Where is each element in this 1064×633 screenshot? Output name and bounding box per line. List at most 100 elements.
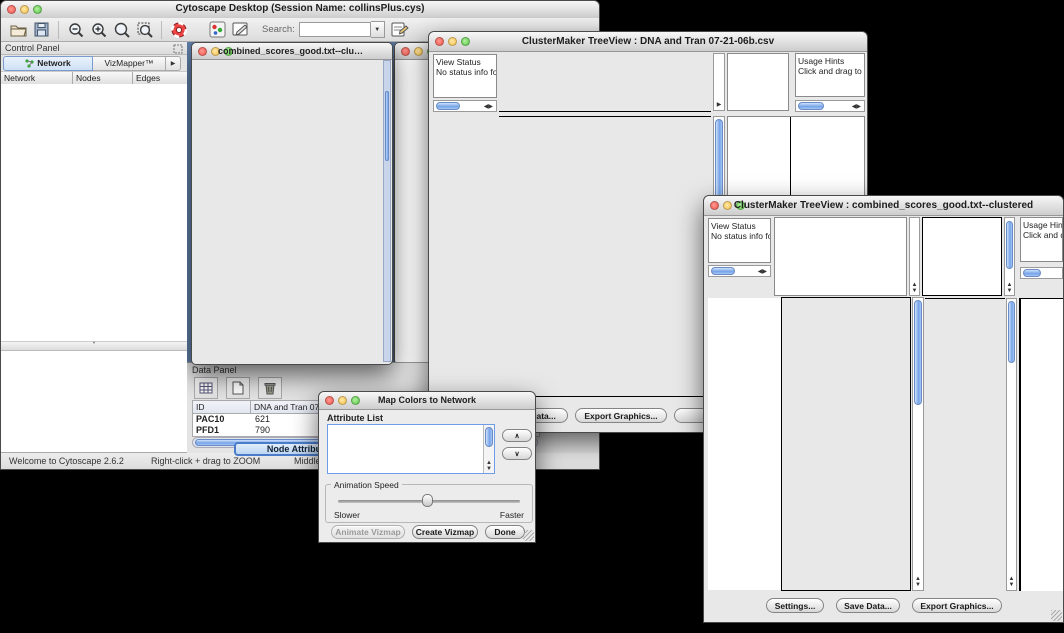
birdseye-overview[interactable] bbox=[1, 353, 185, 453]
minimize-button[interactable] bbox=[414, 47, 423, 56]
scroll-thumb[interactable] bbox=[385, 91, 389, 161]
zoom-selected-icon[interactable] bbox=[112, 20, 131, 39]
attribute-select-icon[interactable] bbox=[194, 377, 218, 399]
scroll-thumb[interactable] bbox=[711, 267, 735, 275]
col-nodes[interactable]: Nodes bbox=[73, 72, 133, 84]
dialog-title: Map Colors to Network bbox=[345, 395, 509, 405]
export-graphics-button[interactable]: Export Graphics... bbox=[912, 598, 1002, 613]
status-welcome: Welcome to Cytoscape 2.6.2 bbox=[9, 456, 124, 466]
tabs-more-button[interactable]: ▶ bbox=[166, 56, 181, 71]
settings-button[interactable]: Settings... bbox=[766, 598, 824, 613]
scroll-thumb[interactable] bbox=[798, 102, 824, 110]
scroll-thumb[interactable] bbox=[1023, 269, 1041, 277]
annotation-icon[interactable] bbox=[231, 20, 250, 39]
main-heatmap[interactable] bbox=[499, 116, 711, 397]
main-titlebar[interactable]: Cytoscape Desktop (Session Name: collins… bbox=[1, 1, 599, 19]
tab-vizmapper[interactable]: VizMapper™ bbox=[93, 56, 166, 71]
row-dendrogram[interactable] bbox=[433, 116, 499, 396]
view-status-box: View Status No status info for bbox=[708, 218, 771, 263]
slower-label: Slower bbox=[334, 510, 360, 520]
close-button[interactable] bbox=[710, 201, 719, 210]
close-button[interactable] bbox=[325, 396, 334, 405]
gene-list bbox=[1019, 298, 1064, 591]
dialog-titlebar[interactable]: Map Colors to Network bbox=[319, 392, 535, 410]
toolbar-separator bbox=[58, 21, 59, 39]
network-vscrollbar[interactable] bbox=[383, 60, 391, 362]
scroll-thumb[interactable] bbox=[914, 300, 922, 405]
tab-network[interactable]: Network bbox=[3, 56, 93, 71]
column-dendrogram-area[interactable] bbox=[774, 217, 907, 296]
toolbar-separator bbox=[161, 21, 162, 39]
usage-hints-box: Usage Hints Click and drag to bbox=[795, 53, 865, 97]
col-edges[interactable]: Edges bbox=[133, 72, 187, 84]
animate-vizmap-button[interactable]: Animate Vizmap bbox=[331, 525, 405, 539]
col-network[interactable]: Network bbox=[1, 72, 73, 84]
import-table-icon[interactable] bbox=[391, 20, 410, 39]
search-input[interactable] bbox=[299, 22, 371, 37]
map-colors-dialog: Map Colors to Network Attribute List ▲▼ … bbox=[318, 391, 536, 543]
network-table-header: Network Nodes Edges bbox=[1, 72, 187, 84]
speed-slider-thumb[interactable] bbox=[422, 494, 433, 507]
move-down-button[interactable]: ∨ bbox=[502, 447, 532, 460]
view-status-hscrollbar[interactable]: ◀▶ bbox=[708, 265, 771, 277]
scroll-thumb[interactable] bbox=[1006, 221, 1013, 269]
desktop: Cytoscape Desktop (Session Name: collins… bbox=[0, 0, 1064, 633]
main-window-title: Cytoscape Desktop (Session Name: collins… bbox=[27, 3, 573, 14]
float-panel-icon[interactable] bbox=[173, 44, 183, 54]
scroll-thumb[interactable] bbox=[485, 427, 493, 447]
faster-label: Faster bbox=[500, 510, 524, 520]
close-button[interactable] bbox=[198, 47, 207, 56]
status-zoom-hint: Right-click + drag to ZOOM bbox=[151, 456, 260, 466]
treeview-window-combined: ClusterMaker TreeView : combined_scores_… bbox=[703, 195, 1064, 623]
network-window-1-titlebar[interactable]: combined_scores_good.txt--cluste... bbox=[192, 43, 392, 60]
resize-grip[interactable] bbox=[1051, 610, 1062, 621]
save-data-button[interactable]: Save Data... bbox=[836, 598, 900, 613]
treeview2-titlebar[interactable]: ClusterMaker TreeView : combined_scores_… bbox=[704, 196, 1063, 216]
animation-speed-label: Animation Speed bbox=[331, 480, 402, 490]
zoom-heatmap[interactable] bbox=[925, 298, 1005, 591]
zoom-out-icon[interactable] bbox=[66, 20, 85, 39]
row-dendrogram[interactable] bbox=[708, 298, 781, 590]
column-labels-vscrollbar[interactable]: ▲▼ bbox=[1004, 217, 1015, 296]
new-attribute-icon[interactable] bbox=[226, 377, 250, 399]
zoom-heatmap[interactable] bbox=[730, 120, 787, 174]
plugin-manager-icon[interactable] bbox=[208, 20, 227, 39]
main-heatmap[interactable] bbox=[781, 297, 911, 591]
heatmap-vscrollbar[interactable]: ▲▼ bbox=[912, 297, 924, 591]
scroll-thumb[interactable] bbox=[436, 102, 460, 110]
zoom-in-icon[interactable] bbox=[89, 20, 108, 39]
column-dendrogram[interactable] bbox=[499, 53, 711, 112]
done-button[interactable]: Done bbox=[485, 525, 525, 539]
usage-hints-hscrollbar[interactable]: ◀▶ bbox=[795, 100, 865, 112]
scroll-thumb[interactable] bbox=[1008, 301, 1015, 363]
help-lifesaver-icon[interactable] bbox=[169, 20, 188, 39]
zoom-fit-icon[interactable] bbox=[135, 20, 154, 39]
attribute-listbox[interactable]: ▲▼ bbox=[327, 424, 495, 474]
treeview1-titlebar[interactable]: ClusterMaker TreeView : DNA and Tran 07-… bbox=[429, 32, 867, 52]
control-panel: Control Panel Network VizMapper™ ▶ Netwo… bbox=[1, 42, 188, 453]
network-view[interactable] bbox=[194, 60, 384, 364]
dendro-strip[interactable]: ▲▼ bbox=[909, 217, 920, 296]
control-panel-header: Control Panel bbox=[1, 42, 187, 55]
create-vizmap-button[interactable]: Create Vizmap bbox=[412, 525, 478, 539]
search-dropdown-button[interactable]: ▼ bbox=[371, 21, 385, 38]
resize-grip[interactable] bbox=[523, 530, 534, 541]
treeview2-title: ClusterMaker TreeView : combined_scores_… bbox=[730, 200, 1037, 211]
zoom-column-labels bbox=[922, 217, 1002, 296]
move-up-button[interactable]: ∧ bbox=[502, 429, 532, 442]
save-icon[interactable] bbox=[32, 20, 51, 39]
zoom-vscrollbar[interactable]: ▲▼ bbox=[1006, 298, 1017, 591]
id-column-header[interactable]: ID bbox=[193, 401, 251, 413]
usage-hints-hscrollbar[interactable] bbox=[1020, 267, 1063, 279]
view-status-hscrollbar[interactable]: ◀▶ bbox=[433, 100, 497, 112]
close-button[interactable] bbox=[401, 47, 410, 56]
control-panel-title: Control Panel bbox=[5, 43, 60, 53]
dendro-strip[interactable]: ▶ bbox=[713, 53, 725, 111]
delete-attribute-icon[interactable] bbox=[258, 377, 282, 399]
open-folder-icon[interactable] bbox=[9, 20, 28, 39]
export-graphics-button[interactable]: Export Graphics... bbox=[575, 408, 667, 423]
close-button[interactable] bbox=[7, 5, 16, 14]
column-labels-panel bbox=[727, 53, 789, 111]
birdseye-divider[interactable]: • bbox=[1, 341, 187, 351]
close-button[interactable] bbox=[435, 37, 444, 46]
